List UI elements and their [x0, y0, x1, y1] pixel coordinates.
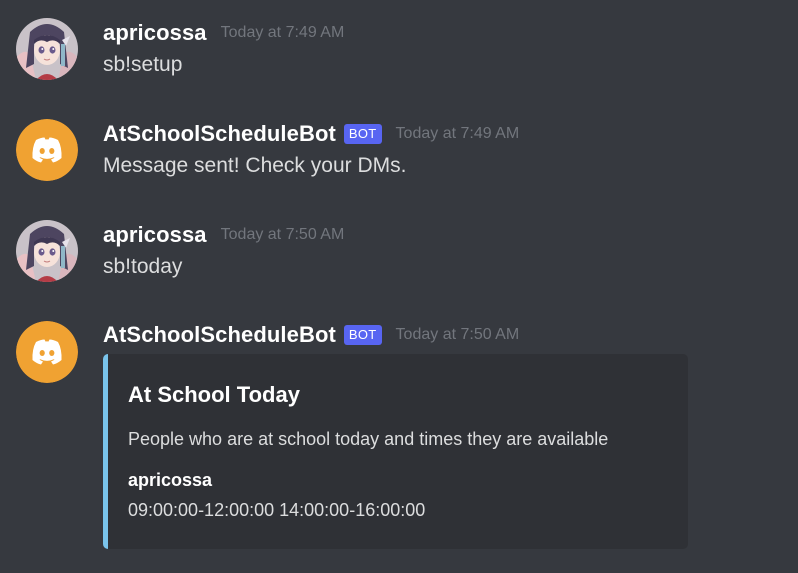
discord-logo-icon[interactable] [16, 119, 78, 181]
anime-girl-avatar-icon[interactable] [16, 220, 78, 282]
chat-message-list: apricossa Today at 7:49 AM sb!setup AtSc… [0, 0, 798, 573]
bot-tag: BOT [343, 124, 382, 144]
username[interactable]: AtSchoolScheduleBot [103, 121, 336, 147]
message-header: AtSchoolScheduleBot BOT Today at 7:49 AM [103, 119, 519, 149]
message-header: apricossa Today at 7:50 AM [103, 220, 344, 250]
embed-field-name: apricossa [128, 470, 213, 490]
timestamp[interactable]: Today at 7:49 AM [221, 24, 345, 42]
embed-title: At School Today [128, 382, 300, 407]
rich-embed: At School Today People who are at school… [103, 354, 688, 549]
message-content: sb!setup [103, 53, 183, 76]
message-header: AtSchoolScheduleBot BOT Today at 7:50 AM [103, 320, 519, 350]
message-header: apricossa Today at 7:49 AM [103, 18, 344, 48]
message-content: Message sent! Check your DMs. [103, 154, 407, 177]
username[interactable]: apricossa [103, 222, 207, 248]
embed-description: People who are at school today and times… [128, 429, 609, 449]
timestamp[interactable]: Today at 7:49 AM [396, 125, 520, 143]
discord-logo-icon[interactable] [16, 321, 78, 383]
message-content: sb!today [103, 255, 183, 278]
timestamp[interactable]: Today at 7:50 AM [396, 326, 520, 344]
timestamp[interactable]: Today at 7:50 AM [221, 226, 345, 244]
username[interactable]: apricossa [103, 20, 207, 46]
bot-tag: BOT [343, 325, 382, 345]
embed-field-value: 09:00:00-12:00:00 14:00:00-16:00:00 [128, 500, 426, 520]
anime-girl-avatar-icon[interactable] [16, 18, 78, 80]
username[interactable]: AtSchoolScheduleBot [103, 322, 336, 348]
